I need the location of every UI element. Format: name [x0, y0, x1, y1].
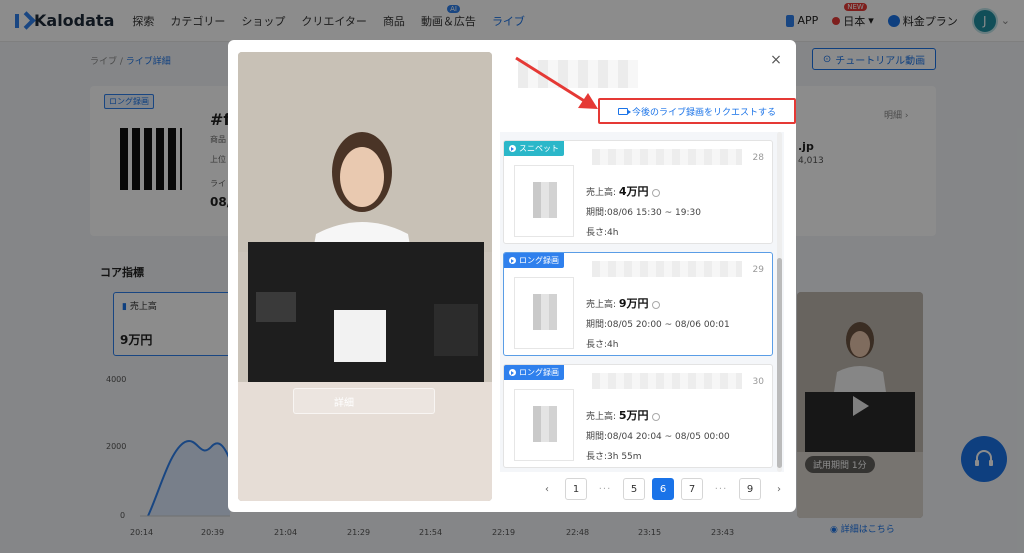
sales-value: 4万円 — [618, 185, 649, 198]
pagination: ‹ 1 ··· 5 6 7 ··· 9 › — [536, 478, 790, 500]
page-button-1[interactable]: 1 — [565, 478, 587, 500]
video-detail-label: 詳細 — [334, 397, 354, 409]
tag-label: ロング録画 — [519, 256, 559, 265]
item-title-blurred — [592, 373, 742, 389]
item-number: 30 — [752, 377, 764, 387]
long-recording-tag: ロング録画 — [504, 253, 564, 268]
item-length: 長さ:3h 55m — [586, 452, 642, 462]
sales-value: 5万円 — [618, 409, 649, 422]
item-title-blurred — [592, 149, 742, 165]
item-number: 28 — [752, 153, 764, 163]
live-video-player[interactable]: 詳細 — [238, 52, 492, 501]
item-thumbnail — [514, 165, 574, 237]
play-icon — [509, 145, 516, 152]
item-thumbnail — [514, 277, 574, 349]
request-button-label: 今後のライブ録画をリクエストする — [631, 107, 776, 118]
snippet-tag: スニペット — [504, 141, 564, 156]
play-icon — [509, 369, 516, 376]
play-icon — [509, 257, 516, 264]
item-length: 長さ:4h — [586, 340, 619, 350]
recording-item[interactable]: ロング録画 30 売上高: 5万円 期間:08/04 20:04 ~ 08/05… — [503, 364, 773, 468]
item-title-blurred — [592, 261, 742, 277]
info-icon[interactable] — [651, 188, 660, 197]
page-button-5[interactable]: 5 — [623, 478, 645, 500]
thumbnail-placeholder — [533, 406, 557, 442]
item-period: 期間:08/04 20:04 ~ 08/05 00:00 — [586, 432, 730, 442]
streamer-name-blurred — [518, 60, 638, 88]
sales-label: 売上高: — [586, 300, 619, 310]
page-button-6-current[interactable]: 6 — [652, 478, 674, 500]
info-icon[interactable] — [651, 412, 660, 421]
sales-label: 売上高: — [586, 412, 619, 422]
thumbnail-placeholder — [533, 182, 557, 218]
thumbnail-placeholder — [533, 294, 557, 330]
page-ellipsis[interactable]: ··· — [710, 478, 732, 500]
video-camera-icon — [617, 107, 631, 115]
recording-item[interactable]: スニペット 28 売上高: 4万円 期間:08/06 15:30 ~ 19:30… — [503, 140, 773, 244]
long-recording-tag: ロング録画 — [504, 365, 564, 380]
item-thumbnail — [514, 389, 574, 461]
list-scrollbar-thumb[interactable] — [777, 258, 782, 468]
item-number: 29 — [752, 265, 764, 275]
info-icon[interactable] — [651, 300, 660, 309]
item-period: 期間:08/06 15:30 ~ 19:30 — [586, 208, 701, 218]
video-frame — [238, 52, 492, 501]
recording-item-selected[interactable]: ロング録画 29 売上高: 9万円 期間:08/05 20:00 ~ 08/06… — [503, 252, 773, 356]
item-period: 期間:08/05 20:00 ~ 08/06 00:01 — [586, 320, 730, 330]
prev-page-button[interactable]: ‹ — [536, 478, 558, 500]
close-icon[interactable]: × — [768, 52, 784, 68]
page-ellipsis[interactable]: ··· — [594, 478, 616, 500]
tag-label: スニペット — [519, 144, 559, 153]
item-length: 長さ:4h — [586, 228, 619, 238]
sales-value: 9万円 — [618, 297, 649, 310]
next-page-button[interactable]: › — [768, 478, 790, 500]
page-button-9[interactable]: 9 — [739, 478, 761, 500]
sales-label: 売上高: — [586, 188, 619, 198]
item-sales: 売上高: 5万円 — [586, 407, 660, 423]
request-live-recording-button[interactable]: 今後のライブ録画をリクエストする — [598, 98, 796, 124]
item-sales: 売上高: 4万円 — [586, 183, 660, 199]
video-detail-button[interactable]: 詳細 — [293, 388, 435, 414]
page-button-7[interactable]: 7 — [681, 478, 703, 500]
item-sales: 売上高: 9万円 — [586, 295, 660, 311]
tag-label: ロング録画 — [519, 368, 559, 377]
live-recordings-modal: 詳細 × 今後のライブ録画をリクエストする スニペット 28 売上高: 4万円 … — [228, 40, 796, 512]
